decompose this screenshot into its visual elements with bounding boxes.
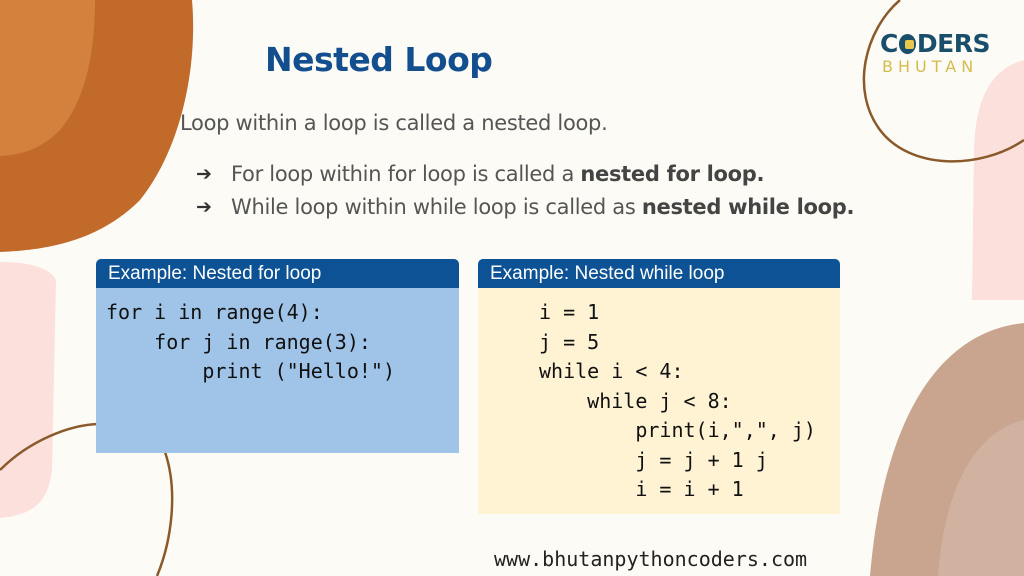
example-while-loop-box: Example: Nested while loop i = 1 j = 5 w…: [478, 259, 840, 514]
arrow-right-icon: ➔: [196, 196, 212, 218]
example-while-loop-body: i = 1 j = 5 while i < 4: while j < 8: pr…: [478, 288, 840, 514]
bullet-item: ➔ For loop within for loop is called a n…: [196, 158, 896, 191]
bullet-text: While loop within while loop is called a…: [231, 195, 642, 219]
coders-bhutan-logo: C DERS BHUTAN: [880, 29, 991, 76]
intro-text: Loop within a loop is called a nested lo…: [180, 111, 608, 135]
example-for-loop-header: Example: Nested for loop: [96, 259, 459, 288]
while-loop-code: i = 1 j = 5 while i < 4: while j < 8: pr…: [539, 300, 816, 501]
pink-blob-right: [972, 60, 1024, 300]
logo-subtitle: BHUTAN: [882, 57, 979, 76]
example-while-loop-header: Example: Nested while loop: [478, 259, 840, 288]
bullet-item: ➔ While loop within while loop is called…: [196, 191, 896, 224]
logo-letters-ders: DERS: [916, 29, 991, 58]
example-for-loop-box: Example: Nested for loop for i in range(…: [96, 259, 459, 453]
website-url: www.bhutanpythoncoders.com: [494, 547, 808, 571]
bullet-bold-text: nested while loop.: [641, 195, 855, 219]
arrow-right-icon: ➔: [196, 163, 212, 185]
bullet-text: For loop within for loop is called a: [231, 162, 581, 186]
for-loop-code: for i in range(4): for j in range(3): pr…: [106, 300, 395, 383]
curve-line-bottom: [155, 451, 174, 576]
logo-letter-c: C: [880, 29, 898, 58]
slide-title: Nested Loop: [265, 40, 493, 79]
bullet-list: ➔ For loop within for loop is called a n…: [196, 158, 896, 224]
logo-wordmark: C DERS: [880, 29, 991, 58]
pink-blob-left: [0, 262, 56, 518]
example-for-loop-body: for i in range(4): for j in range(3): pr…: [96, 288, 459, 453]
python-logo-icon: [898, 34, 916, 54]
bullet-bold-text: nested for loop.: [580, 162, 765, 186]
